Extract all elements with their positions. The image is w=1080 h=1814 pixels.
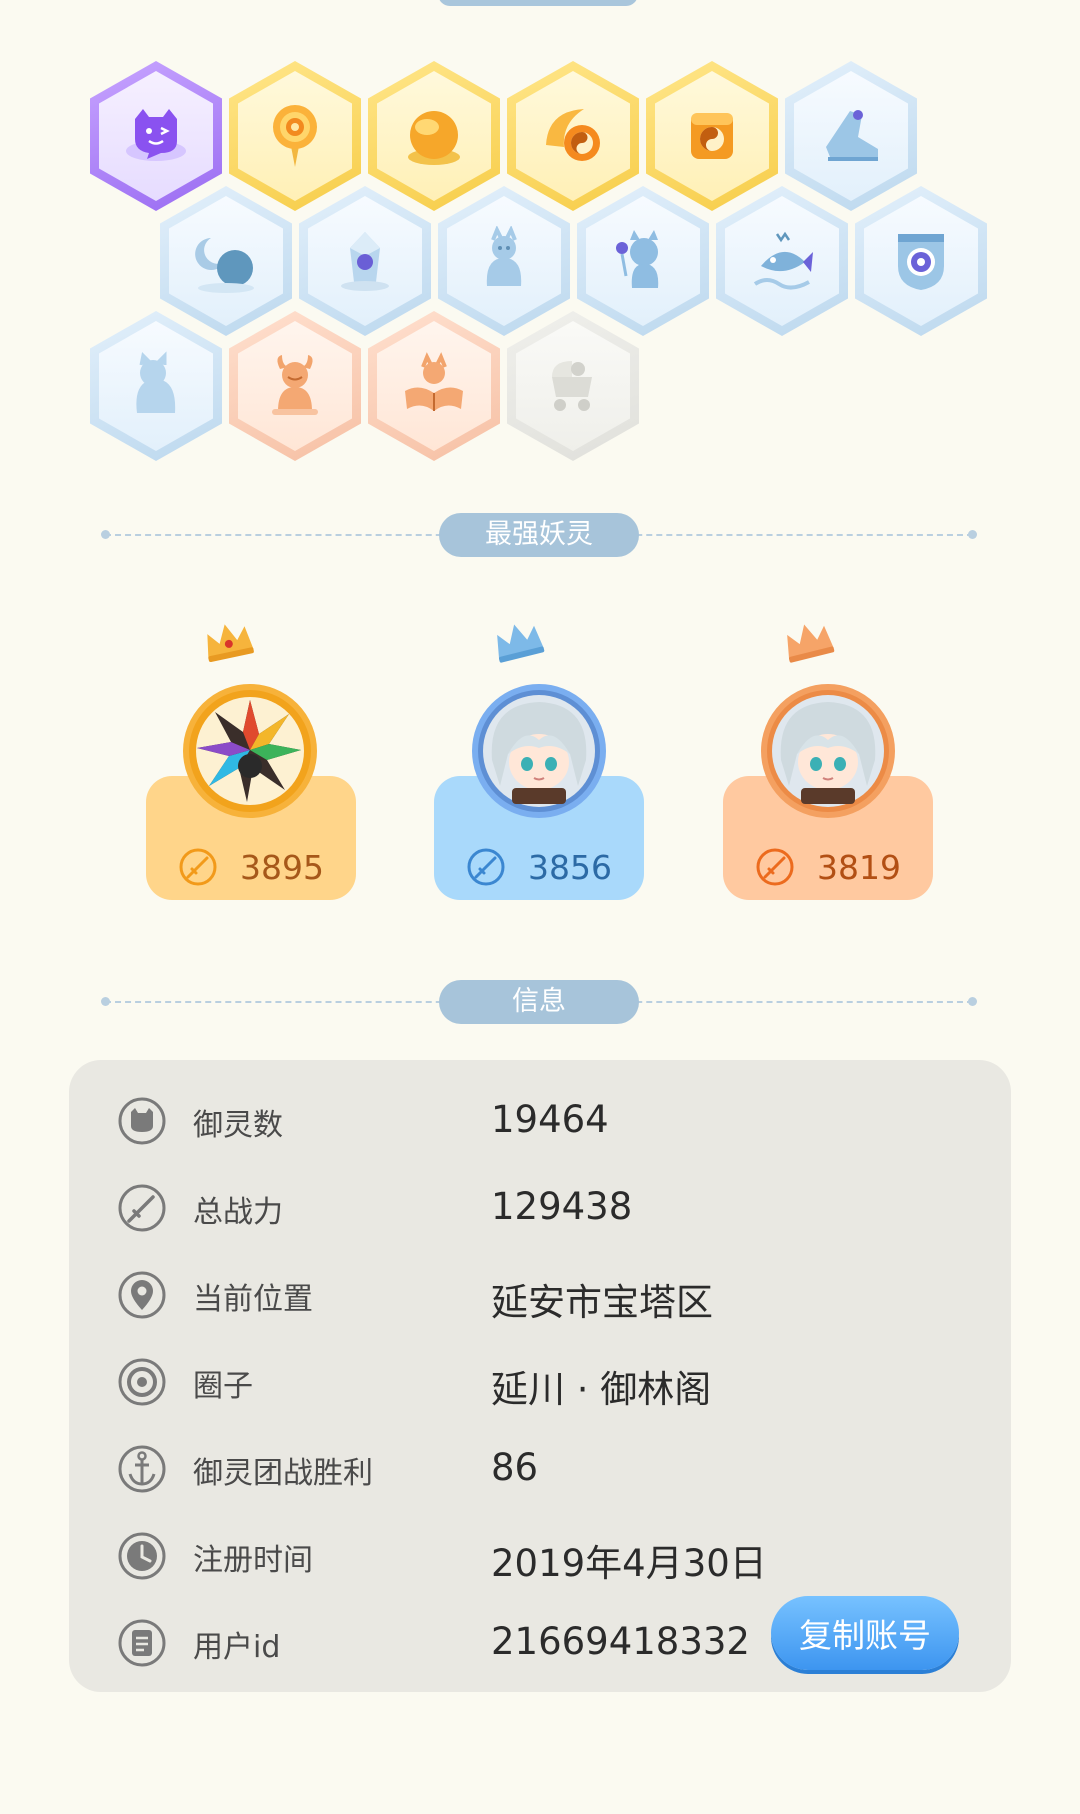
info-label: 圈子 bbox=[193, 1369, 253, 1404]
gold-crown-icon bbox=[207, 624, 254, 663]
spirit-avatar-orange[interactable] bbox=[761, 684, 895, 818]
info-row-total-power: 总战力 129438 bbox=[69, 1167, 1011, 1247]
badge-purple-spirit[interactable] bbox=[90, 61, 222, 211]
crystal-icon bbox=[341, 232, 389, 291]
creature-statue-icon bbox=[486, 226, 522, 286]
kitten-icon bbox=[136, 351, 176, 413]
strongest-divider: 最强妖灵 bbox=[101, 513, 977, 557]
info-row-spirit-count: 御灵数 19464 bbox=[69, 1080, 1011, 1160]
badge-sun-disc[interactable] bbox=[229, 61, 361, 211]
info-value: 延安市宝塔区 bbox=[491, 1281, 713, 1324]
info-value: 19464 bbox=[491, 1098, 609, 1141]
spirit-power-value: 3856 bbox=[528, 847, 612, 887]
badge-creature-statue[interactable] bbox=[438, 186, 570, 336]
divider-dot bbox=[968, 997, 977, 1006]
sword-icon bbox=[179, 848, 217, 886]
spirit-avatar-blue[interactable] bbox=[472, 684, 606, 818]
section-title-strongest: 最强妖灵 bbox=[439, 513, 639, 557]
info-value: 延川 · 御林阁 bbox=[491, 1368, 712, 1411]
yinyang-comet-icon bbox=[546, 109, 600, 161]
info-label: 总战力 bbox=[193, 1195, 283, 1230]
horned-figure-icon bbox=[272, 355, 318, 415]
silver-hair-girl-avatar bbox=[772, 695, 884, 807]
badge-golden-orb[interactable] bbox=[368, 61, 500, 211]
copy-account-button[interactable]: 复制账号 bbox=[771, 1596, 959, 1670]
yinyang-box-icon bbox=[691, 113, 733, 159]
fish-icon bbox=[753, 231, 813, 290]
info-value: 86 bbox=[491, 1446, 539, 1489]
spirit-avatar-gold[interactable] bbox=[183, 684, 317, 818]
blue-crown-icon bbox=[497, 624, 545, 663]
book-fox-icon bbox=[405, 352, 463, 411]
info-row-team-wins: 御灵团战胜利 86 bbox=[69, 1428, 1011, 1508]
badge-yinyang-comet[interactable] bbox=[507, 61, 639, 211]
info-label: 注册时间 bbox=[193, 1543, 313, 1578]
info-label: 御灵数 bbox=[193, 1108, 283, 1143]
orange-crown-icon bbox=[787, 624, 835, 663]
info-panel: 御灵数 19464 总战力 129438 当前位置 延安市宝塔区 圈子 延川 ·… bbox=[69, 1060, 1011, 1692]
spirit-power-value: 3819 bbox=[817, 847, 901, 887]
info-value: 2019年4月30日 bbox=[491, 1542, 767, 1585]
badge-book-fox[interactable] bbox=[368, 311, 500, 461]
badge-fish[interactable] bbox=[716, 186, 848, 336]
sword-icon bbox=[467, 848, 505, 886]
spirit-power-value: 3895 bbox=[240, 847, 324, 887]
info-row-circle: 圈子 延川 · 御林阁 bbox=[69, 1341, 1011, 1421]
badge-horned-figure[interactable] bbox=[229, 311, 361, 461]
info-label: 当前位置 bbox=[193, 1282, 313, 1317]
divider-dot bbox=[101, 530, 110, 539]
badge-kitten[interactable] bbox=[90, 311, 222, 461]
badge-moon[interactable] bbox=[160, 186, 292, 336]
info-divider: 信息 bbox=[101, 980, 977, 1024]
boot-icon bbox=[826, 110, 878, 161]
sword-icon bbox=[118, 1184, 166, 1232]
section-title-info: 信息 bbox=[439, 980, 639, 1024]
prism-spirit-avatar bbox=[196, 697, 304, 805]
id-card-icon bbox=[118, 1619, 166, 1667]
info-label: 御灵团战胜利 bbox=[193, 1456, 373, 1491]
badge-stroller-locked[interactable] bbox=[507, 311, 639, 461]
sword-icon bbox=[756, 848, 794, 886]
target-shield-icon bbox=[898, 234, 944, 290]
divider-dot bbox=[101, 997, 110, 1006]
dog-icon bbox=[616, 230, 659, 288]
info-label: 用户id bbox=[193, 1630, 281, 1665]
info-row-register-date: 注册时间 2019年4月30日 bbox=[69, 1515, 1011, 1595]
anchor-icon bbox=[118, 1445, 166, 1493]
golden-orb-icon bbox=[408, 111, 460, 165]
location-pin-icon bbox=[118, 1271, 166, 1319]
purple-spirit-icon bbox=[126, 109, 186, 161]
info-value: 129438 bbox=[491, 1185, 633, 1228]
info-row-location: 当前位置 延安市宝塔区 bbox=[69, 1254, 1011, 1334]
badge-dog[interactable] bbox=[577, 186, 709, 336]
clock-icon bbox=[118, 1532, 166, 1580]
spirit-count-icon bbox=[118, 1097, 166, 1145]
badge-target-shield[interactable] bbox=[855, 186, 987, 336]
badge-wall bbox=[0, 0, 1080, 470]
stroller-icon bbox=[552, 361, 592, 411]
badge-crystal[interactable] bbox=[299, 186, 431, 336]
silver-hair-girl-avatar bbox=[483, 695, 595, 807]
moon-icon bbox=[195, 238, 254, 293]
badge-yinyang-box[interactable] bbox=[646, 61, 778, 211]
info-value: 21669418332 bbox=[491, 1620, 750, 1663]
badge-boot[interactable] bbox=[785, 61, 917, 211]
sun-disc-icon bbox=[273, 105, 317, 167]
circle-group-icon bbox=[118, 1358, 166, 1406]
divider-dot bbox=[968, 530, 977, 539]
